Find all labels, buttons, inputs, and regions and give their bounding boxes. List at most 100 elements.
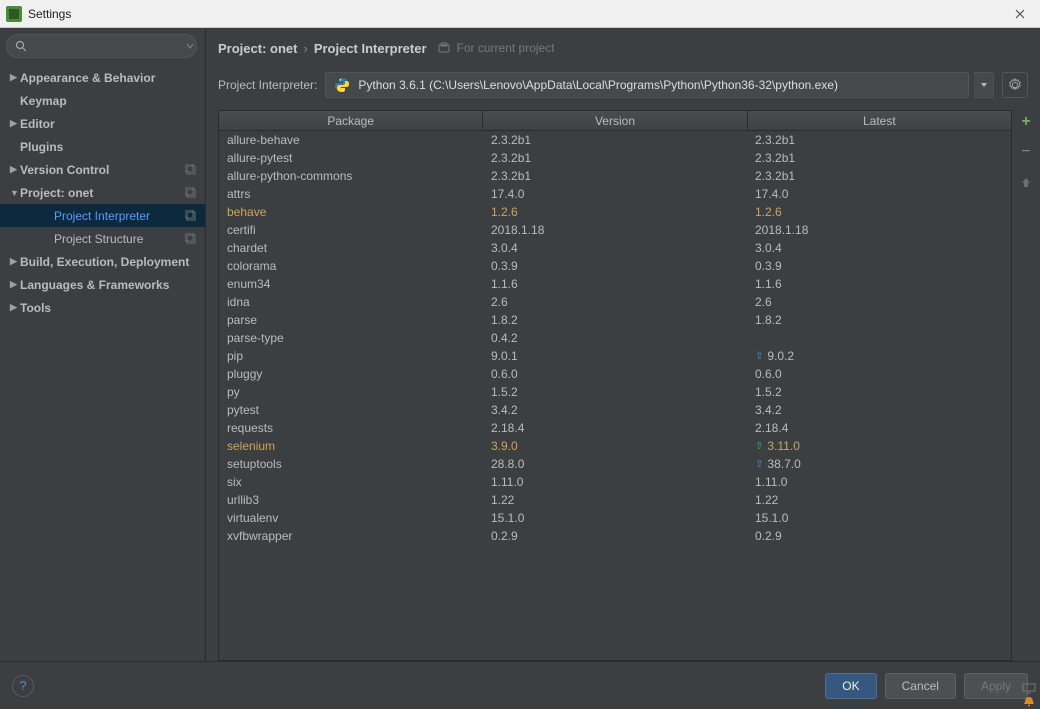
table-row[interactable]: urllib31.221.22 — [219, 491, 1011, 509]
sidebar-item-label: Project Structure — [54, 232, 143, 246]
table-row[interactable]: requests2.18.42.18.4 — [219, 419, 1011, 437]
table-row[interactable]: certifi2018.1.182018.1.18 — [219, 221, 1011, 239]
apply-button[interactable]: Apply — [964, 673, 1028, 699]
interpreter-row: Project Interpreter: Python 3.6.1 (C:\Us… — [206, 68, 1040, 110]
close-button[interactable] — [1006, 0, 1034, 27]
cell-package: parse — [219, 313, 483, 327]
sidebar-item-label: Plugins — [20, 140, 63, 154]
sidebar-item-keymap[interactable]: Keymap — [0, 89, 205, 112]
cell-version: 2.18.4 — [483, 421, 747, 435]
column-latest[interactable]: Latest — [748, 111, 1011, 130]
interpreter-select[interactable]: Python 3.6.1 (C:\Users\Lenovo\AppData\Lo… — [325, 72, 969, 98]
sidebar-item-editor[interactable]: ▶Editor — [0, 112, 205, 135]
column-version[interactable]: Version — [483, 111, 747, 130]
cell-version: 0.3.9 — [483, 259, 747, 273]
project-scope-icon — [185, 164, 197, 176]
upgrade-package-button[interactable] — [1016, 172, 1036, 192]
table-row[interactable]: xvfbwrapper0.2.90.2.9 — [219, 527, 1011, 545]
upgrade-icon — [1020, 176, 1032, 188]
table-row[interactable]: virtualenv15.1.015.1.0 — [219, 509, 1011, 527]
table-row[interactable]: colorama0.3.90.3.9 — [219, 257, 1011, 275]
cell-package: urllib3 — [219, 493, 483, 507]
table-row[interactable]: behave1.2.61.2.6 — [219, 203, 1011, 221]
cell-version: 1.2.6 — [483, 205, 747, 219]
cell-version: 2018.1.18 — [483, 223, 747, 237]
tree-arrow-icon: ▶ — [10, 302, 20, 313]
sidebar-item-label: Languages & Frameworks — [20, 278, 169, 292]
cell-package: pip — [219, 349, 483, 363]
table-row[interactable]: attrs17.4.017.4.0 — [219, 185, 1011, 203]
table-row[interactable]: py1.5.21.5.2 — [219, 383, 1011, 401]
table-row[interactable]: pluggy0.6.00.6.0 — [219, 365, 1011, 383]
table-row[interactable]: parse1.8.21.8.2 — [219, 311, 1011, 329]
table-row[interactable]: setuptools28.8.0⇧38.7.0 — [219, 455, 1011, 473]
breadcrumb-project: Project: onet — [218, 41, 297, 56]
package-actions: + − — [1012, 110, 1040, 661]
table-body: allure-behave2.3.2b12.3.2b1allure-pytest… — [219, 131, 1011, 660]
sidebar-item-project-onet[interactable]: ▼Project: onet — [0, 181, 205, 204]
cell-package: selenium — [219, 439, 483, 453]
table-row[interactable]: allure-behave2.3.2b12.3.2b1 — [219, 131, 1011, 149]
search-field[interactable] — [6, 34, 197, 58]
cell-version: 1.22 — [483, 493, 747, 507]
search-icon — [15, 40, 27, 52]
column-package[interactable]: Package — [219, 111, 483, 130]
cell-version: 0.4.2 — [483, 331, 747, 345]
breadcrumb-separator: › — [303, 41, 307, 56]
corner-indicators — [1022, 683, 1036, 707]
table-row[interactable]: selenium3.9.0⇧3.11.0 — [219, 437, 1011, 455]
cell-package: pluggy — [219, 367, 483, 381]
add-package-button[interactable]: + — [1016, 112, 1036, 132]
interpreter-dropdown-button[interactable] — [974, 72, 994, 98]
titlebar: Settings — [0, 0, 1040, 28]
table-row[interactable]: parse-type0.4.2 — [219, 329, 1011, 347]
table-row[interactable]: chardet3.0.43.0.4 — [219, 239, 1011, 257]
tree-arrow-icon: ▶ — [10, 164, 20, 175]
search-input[interactable] — [31, 39, 186, 53]
cancel-button[interactable]: Cancel — [885, 673, 956, 699]
tree-arrow-icon: ▼ — [10, 188, 20, 198]
remove-package-button[interactable]: − — [1016, 142, 1036, 162]
tree-arrow-icon: ▶ — [10, 279, 20, 290]
sidebar-item-appearance-behavior[interactable]: ▶Appearance & Behavior — [0, 66, 205, 89]
table-row[interactable]: allure-python-commons2.3.2b12.3.2b1 — [219, 167, 1011, 185]
table-row[interactable]: pytest3.4.23.4.2 — [219, 401, 1011, 419]
cell-version: 17.4.0 — [483, 187, 747, 201]
sidebar-item-tools[interactable]: ▶Tools — [0, 296, 205, 319]
sidebar-item-plugins[interactable]: Plugins — [0, 135, 205, 158]
project-scope-icon — [185, 187, 197, 199]
close-icon — [1015, 9, 1025, 19]
help-button[interactable]: ? — [12, 675, 34, 697]
chevron-down-icon[interactable] — [186, 42, 194, 50]
cell-package: py — [219, 385, 483, 399]
table-row[interactable]: pip9.0.1⇧9.0.2 — [219, 347, 1011, 365]
table-row[interactable]: six1.11.01.11.0 — [219, 473, 1011, 491]
window-title: Settings — [28, 7, 71, 21]
sidebar-item-version-control[interactable]: ▶Version Control — [0, 158, 205, 181]
cell-package: setuptools — [219, 457, 483, 471]
sidebar-item-label: Keymap — [20, 94, 67, 108]
cell-latest: 17.4.0 — [747, 187, 1011, 201]
sidebar-item-project-structure[interactable]: Project Structure — [0, 227, 205, 250]
cell-package: chardet — [219, 241, 483, 255]
cell-package: enum34 — [219, 277, 483, 291]
cell-version: 0.2.9 — [483, 529, 747, 543]
cell-version: 2.3.2b1 — [483, 133, 747, 147]
cell-package: allure-python-commons — [219, 169, 483, 183]
table-row[interactable]: allure-pytest2.3.2b12.3.2b1 — [219, 149, 1011, 167]
sidebar: ▶Appearance & Behavior Keymap ▶Editor Plugi… — [0, 28, 206, 661]
cell-version: 1.1.6 — [483, 277, 747, 291]
sidebar-item-build-execution-deployment[interactable]: ▶Build, Execution, Deployment — [0, 250, 205, 273]
cell-version: 1.8.2 — [483, 313, 747, 327]
ok-button[interactable]: OK — [825, 673, 876, 699]
tree-arrow-icon: ▶ — [10, 72, 20, 83]
sidebar-item-project-interpreter[interactable]: Project Interpreter — [0, 204, 205, 227]
sidebar-item-languages-frameworks[interactable]: ▶Languages & Frameworks — [0, 273, 205, 296]
cell-package: allure-pytest — [219, 151, 483, 165]
table-header: Package Version Latest — [219, 111, 1011, 131]
table-row[interactable]: enum341.1.61.1.6 — [219, 275, 1011, 293]
table-row[interactable]: idna2.62.6 — [219, 293, 1011, 311]
cell-latest: ⇧9.0.2 — [747, 349, 1011, 363]
interpreter-settings-button[interactable] — [1002, 72, 1028, 98]
cell-latest: 1.5.2 — [747, 385, 1011, 399]
